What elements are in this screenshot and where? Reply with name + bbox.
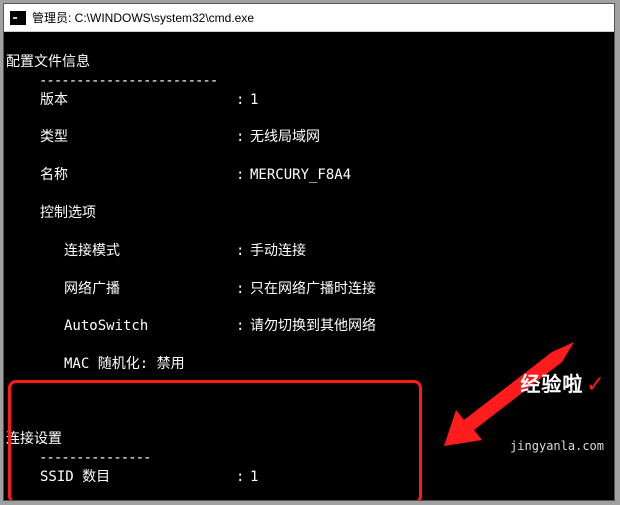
control-label: 控制选项 — [6, 204, 236, 223]
colon: : — [236, 91, 250, 110]
name-label: 名称 — [6, 166, 236, 185]
colon: : — [236, 468, 250, 487]
colon: : — [236, 317, 250, 336]
ssid-count-value: 1 — [250, 468, 614, 487]
mac-label: MAC 随机化: 禁用 — [6, 355, 236, 374]
conn-mode-label: 连接模式 — [6, 242, 236, 261]
autoswitch-value: 请勿切换到其他网络 — [250, 317, 614, 336]
ssid-count-label: SSID 数目 — [6, 468, 236, 487]
config-title: 配置文件信息 — [6, 54, 90, 70]
name-value: MERCURY_F8A4 — [250, 166, 614, 185]
titlebar-text: 管理员: C:\WINDOWS\system32\cmd.exe — [32, 9, 254, 26]
config-dash: ------------------------ — [6, 73, 217, 89]
watermark-url: jingyanla.com — [510, 438, 604, 454]
autoswitch-label: AutoSwitch — [6, 317, 236, 336]
colon: : — [236, 166, 250, 185]
connect-title: 连接设置 — [6, 431, 62, 447]
conn-mode-value: 手动连接 — [250, 242, 614, 261]
cmd-icon — [10, 11, 26, 25]
type-label: 类型 — [6, 128, 236, 147]
version-value: 1 — [250, 91, 614, 110]
broadcast-label: 网络广播 — [6, 280, 236, 299]
colon: : — [236, 128, 250, 147]
cmd-window: 管理员: C:\WINDOWS\system32\cmd.exe 配置文件信息 … — [3, 3, 615, 501]
connect-dash: --------------- — [6, 450, 150, 466]
colon: : — [236, 280, 250, 299]
colon: : — [236, 242, 250, 261]
console-output[interactable]: 配置文件信息 ------------------------ 版本:1 类型:… — [4, 32, 614, 500]
type-value: 无线局域网 — [250, 128, 614, 147]
version-label: 版本 — [6, 91, 236, 110]
titlebar[interactable]: 管理员: C:\WINDOWS\system32\cmd.exe — [4, 4, 614, 32]
broadcast-value: 只在网络广播时连接 — [250, 280, 614, 299]
